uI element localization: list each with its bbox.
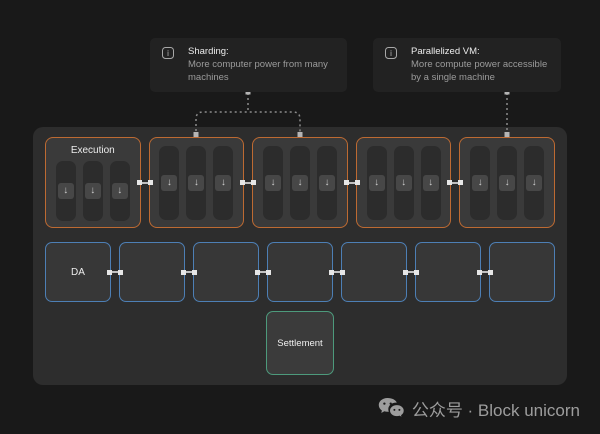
connector-endpoint — [107, 270, 112, 275]
execution-row: Execution ↓ ↓ ↓ ↓ ↓ ↓ ↓ ↓ ↓ ↓ ↓ ↓ ↓ ↓ ↓ — [45, 137, 555, 228]
link-connector — [259, 270, 267, 275]
machine-group: ↓ ↓ ↓ — [56, 161, 130, 221]
sharding-tooltip-title: Sharding: — [188, 46, 335, 59]
machine-pill: ↓ — [317, 146, 337, 220]
machine-pill: ↓ — [394, 146, 414, 220]
link-connector — [244, 180, 252, 185]
execution-shard-box: ↓ ↓ ↓ — [459, 137, 555, 228]
execution-label: Execution — [71, 145, 115, 156]
execution-shard-box: ↓ ↓ ↓ — [356, 137, 452, 228]
machine-pill: ↓ — [524, 146, 544, 220]
link-connector — [481, 270, 489, 275]
settlement-box: Settlement — [266, 311, 334, 375]
connector-endpoint — [255, 270, 260, 275]
arrow-down-icon: ↓ — [188, 175, 204, 191]
arrow-down-icon: ↓ — [526, 175, 542, 191]
pipeline-panel: Execution ↓ ↓ ↓ ↓ ↓ ↓ ↓ ↓ ↓ ↓ ↓ ↓ ↓ ↓ ↓ DA Settlement — [33, 127, 567, 385]
connector-endpoint — [488, 270, 493, 275]
connector-endpoint — [458, 180, 463, 185]
machine-pill: ↓ — [421, 146, 441, 220]
connector-endpoint — [181, 270, 186, 275]
arrow-down-icon: ↓ — [112, 183, 128, 199]
machine-pill: ↓ — [110, 161, 130, 221]
sharding-tooltip: i Sharding: More computer power from man… — [150, 38, 347, 92]
info-icon: i — [385, 47, 397, 59]
sharding-tooltip-description: More computer power from many machines — [188, 59, 335, 84]
machine-pill: ↓ — [290, 146, 310, 220]
arrow-down-icon: ↓ — [161, 175, 177, 191]
machine-pill: ↓ — [367, 146, 387, 220]
da-shard-box — [341, 242, 407, 302]
arrow-down-icon: ↓ — [85, 183, 101, 199]
execution-shard-box: ↓ ↓ ↓ — [149, 137, 245, 228]
link-connector — [111, 270, 119, 275]
machine-pill: ↓ — [470, 146, 490, 220]
connector-endpoint — [137, 180, 142, 185]
da-shard-box — [119, 242, 185, 302]
link-connector — [333, 270, 341, 275]
machine-pill: ↓ — [497, 146, 517, 220]
connector-endpoint — [148, 180, 153, 185]
machine-pill: ↓ — [83, 161, 103, 221]
execution-shard-box: ↓ ↓ ↓ — [252, 137, 348, 228]
link-connector — [141, 180, 149, 185]
machine-group: ↓ ↓ ↓ — [470, 146, 544, 220]
da-shard-box — [489, 242, 555, 302]
arrow-down-icon: ↓ — [319, 175, 335, 191]
parallelized-vm-tooltip-description: More compute power accessible by a singl… — [411, 59, 549, 84]
watermark-text: 公众号 · Block unicorn — [412, 396, 580, 421]
da-row: DA — [45, 242, 555, 302]
watermark: 公众号 · Block unicorn — [378, 395, 580, 421]
machine-pill: ↓ — [186, 146, 206, 220]
connector-endpoint — [329, 270, 334, 275]
machine-pill: ↓ — [159, 146, 179, 220]
connector-endpoint — [240, 180, 245, 185]
machine-group: ↓ ↓ ↓ — [367, 146, 441, 220]
info-icon: i — [162, 47, 174, 59]
connector-endpoint — [344, 180, 349, 185]
connector-endpoint — [403, 270, 408, 275]
link-connector — [407, 270, 415, 275]
connector-endpoint — [355, 180, 360, 185]
link-connector — [185, 270, 193, 275]
wechat-icon — [378, 397, 405, 420]
connector-endpoint — [447, 180, 452, 185]
connector-endpoint — [118, 270, 123, 275]
arrow-down-icon: ↓ — [499, 175, 515, 191]
da-label: DA — [71, 267, 85, 278]
arrow-down-icon: ↓ — [215, 175, 231, 191]
machine-pill: ↓ — [56, 161, 76, 221]
machine-group: ↓ ↓ ↓ — [159, 146, 233, 220]
settlement-label: Settlement — [277, 338, 322, 349]
arrow-down-icon: ↓ — [292, 175, 308, 191]
da-shard-box — [193, 242, 259, 302]
arrow-down-icon: ↓ — [369, 175, 385, 191]
machine-pill: ↓ — [213, 146, 233, 220]
machine-group: ↓ ↓ ↓ — [263, 146, 337, 220]
da-shard-box — [267, 242, 333, 302]
execution-box: Execution ↓ ↓ ↓ — [45, 137, 141, 228]
link-connector — [451, 180, 459, 185]
connector-endpoint — [340, 270, 345, 275]
connector-endpoint — [414, 270, 419, 275]
connector-endpoint — [266, 270, 271, 275]
arrow-down-icon: ↓ — [423, 175, 439, 191]
arrow-down-icon: ↓ — [58, 183, 74, 199]
connector-endpoint — [251, 180, 256, 185]
arrow-down-icon: ↓ — [265, 175, 281, 191]
link-connector — [348, 180, 356, 185]
parallelized-vm-tooltip: i Parallelized VM: More compute power ac… — [373, 38, 561, 92]
da-shard-box — [415, 242, 481, 302]
da-box: DA — [45, 242, 111, 302]
arrow-down-icon: ↓ — [472, 175, 488, 191]
arrow-down-icon: ↓ — [396, 175, 412, 191]
connector-endpoint — [477, 270, 482, 275]
machine-pill: ↓ — [263, 146, 283, 220]
connector-endpoint — [192, 270, 197, 275]
parallelized-vm-tooltip-title: Parallelized VM: — [411, 46, 549, 59]
